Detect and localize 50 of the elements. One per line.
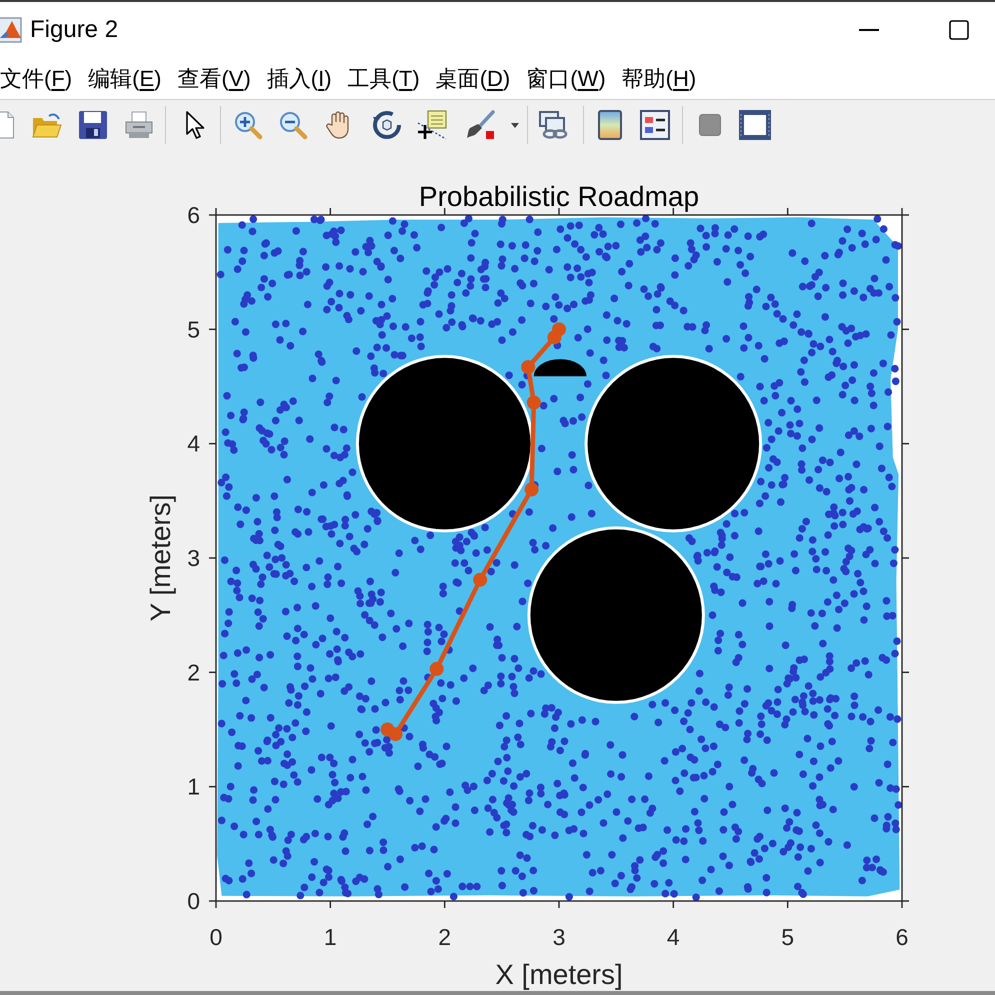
x-tick-label: 6	[896, 924, 908, 950]
y-axis-label: Y [meters]	[145, 494, 176, 622]
rotate-icon[interactable]	[372, 110, 402, 140]
legend-icon[interactable]	[640, 110, 670, 140]
y-tick-label: 4	[187, 430, 200, 457]
x-axis-label: X [meters]	[495, 959, 623, 990]
obstacle-cap	[534, 359, 586, 376]
gradient-bar-icon[interactable]	[598, 110, 622, 140]
path-marker	[524, 482, 539, 496]
crosshair-note-icon[interactable]	[417, 110, 447, 140]
path-marker	[521, 360, 536, 374]
window-frame-icon[interactable]	[739, 110, 771, 140]
zoom-in-icon[interactable]	[233, 110, 263, 140]
menu-item[interactable]: 帮助(H)	[622, 68, 696, 90]
menu-item[interactable]: 插入(I)	[266, 68, 332, 90]
menu-item[interactable]: 编辑(E)	[88, 68, 162, 90]
x-tick-label: 2	[438, 924, 452, 950]
x-tick-label: 4	[666, 924, 680, 950]
path-marker	[552, 322, 566, 336]
menu-item[interactable]: 窗口(W)	[526, 68, 606, 90]
menu-item[interactable]: 工具(T)	[348, 68, 420, 90]
y-tick-label: 2	[187, 659, 200, 686]
x-tick-label: 5	[781, 924, 794, 950]
path-marker	[388, 727, 402, 742]
menu-item[interactable]: 文件(F)	[0, 68, 72, 90]
menu-item[interactable]: 桌面(D)	[436, 68, 510, 90]
menu-item[interactable]: 查看(V)	[177, 68, 251, 90]
folder-icon[interactable]	[32, 111, 62, 139]
brush-icon[interactable]	[465, 110, 495, 140]
window-title: Figure 2	[30, 18, 118, 42]
peak-logo-icon	[0, 17, 22, 43]
x-tick-label: 1	[324, 924, 337, 950]
x-tick-label: 3	[552, 924, 566, 950]
x-tick-label: 0	[210, 924, 222, 950]
caret-icon[interactable]	[511, 122, 519, 128]
y-tick-label: 5	[187, 316, 200, 342]
zoom-out-icon[interactable]	[278, 110, 308, 140]
maximize-icon[interactable]	[949, 20, 969, 40]
square-icon[interactable]	[699, 114, 721, 136]
y-tick-label: 3	[187, 545, 200, 571]
chart-title: Probabilistic Roadmap	[418, 181, 700, 212]
printer-icon[interactable]	[124, 110, 154, 140]
document-icon[interactable]	[0, 111, 14, 139]
y-tick-label: 0	[187, 888, 200, 914]
path-marker	[473, 572, 488, 587]
path-marker	[526, 396, 541, 410]
y-tick-label: 1	[187, 774, 200, 800]
linked-windows-icon[interactable]	[538, 110, 570, 140]
y-tick-label: 6	[187, 202, 200, 228]
path-marker	[430, 662, 444, 676]
